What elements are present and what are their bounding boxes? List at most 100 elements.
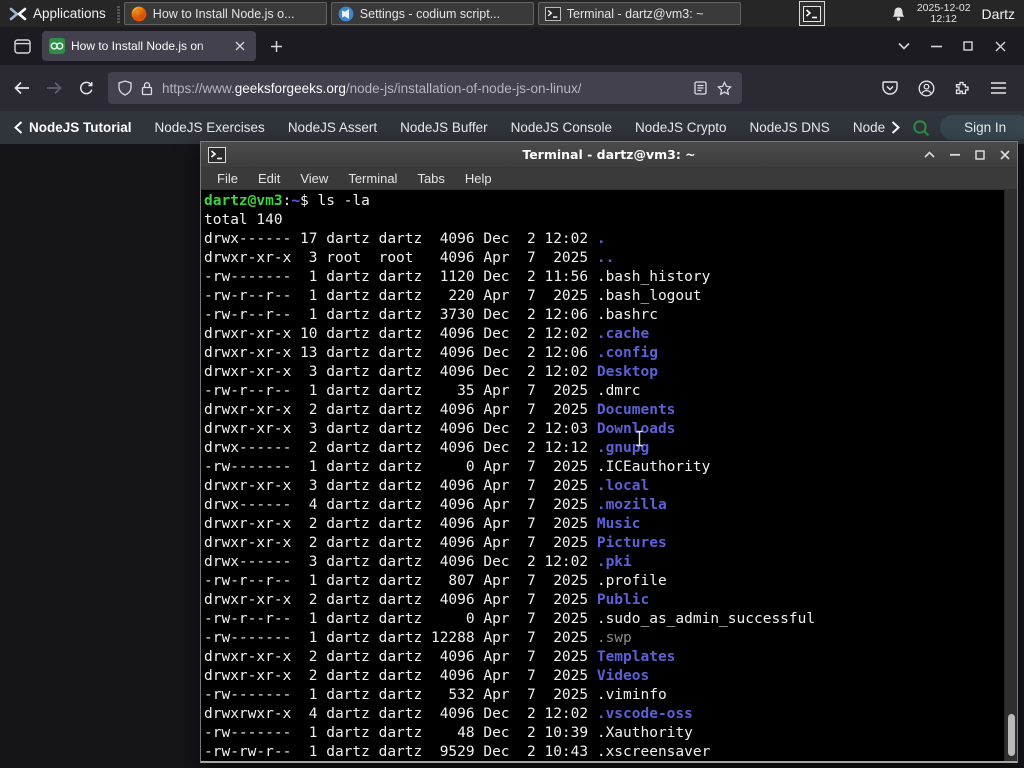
- extensions-puzzle-icon[interactable]: [946, 72, 978, 104]
- vscodium-icon: [338, 6, 354, 22]
- taskbar-button-label: How to Install Node.js o...: [152, 6, 295, 21]
- bookmark-star-icon[interactable]: [717, 80, 732, 96]
- tracking-protection-shield-icon[interactable]: [118, 80, 132, 96]
- terminal-launcher-icon[interactable]: [798, 1, 825, 26]
- browser-minimize-button[interactable]: [920, 32, 952, 60]
- terminal-window: Terminal - dartz@vm3: ~ File Edit View Term…: [200, 141, 1018, 763]
- new-tab-button[interactable]: [262, 32, 290, 60]
- tab-title: How to Install Node.js on: [71, 39, 204, 53]
- list-all-tabs-chevron-icon[interactable]: [888, 32, 920, 60]
- terminal-menu-tabs[interactable]: Tabs: [407, 169, 454, 188]
- terminal-line: -rw------- 1 dartz dartz 0 Apr 7 2025 .I…: [204, 459, 711, 475]
- sitenav-truncated-label: Node: [852, 120, 886, 135]
- url-text: https://www.geeksforgeeks.org/node-js/in…: [162, 81, 581, 96]
- clock-date: 2025-12-02: [916, 1, 971, 14]
- sitenav-back-label: NodeJS Tutorial: [29, 120, 132, 135]
- top-panel: Applications How to Install Node.js o...…: [0, 0, 1024, 27]
- tab-how-to-install-nodejs[interactable]: How to Install Node.js on: [42, 31, 256, 61]
- terminal-titlebar[interactable]: Terminal - dartz@vm3: ~: [201, 142, 1017, 167]
- terminal-line: -rw-r--r-- 1 dartz dartz 0 Apr 7 2025 .s…: [204, 611, 816, 627]
- terminal-line: -rw-r--r-- 1 dartz dartz 3730 Dec 2 12:0…: [204, 307, 658, 323]
- terminal-maximize-button[interactable]: [975, 149, 985, 160]
- terminal-close-button[interactable]: [1000, 149, 1010, 160]
- taskbar-button-terminal[interactable]: Terminal - dartz@vm3: ~: [537, 2, 741, 25]
- reload-button[interactable]: [70, 72, 102, 104]
- tab-close-icon[interactable]: [231, 37, 249, 55]
- desktop: How to Install Node.js on https://www.ge…: [0, 0, 1024, 768]
- terminal-menu-view[interactable]: View: [290, 169, 338, 188]
- lock-icon[interactable]: [141, 81, 153, 96]
- hamburger-menu-icon[interactable]: [982, 72, 1014, 104]
- sitenav-item-nodejs-exercises[interactable]: NodeJS Exercises: [155, 120, 265, 135]
- sitenav-items: NodeJS Exercises NodeJS Assert NodeJS Buff…: [155, 120, 853, 135]
- terminal-line: drwxr-xr-x 2 dartz dartz 4096 Apr 7 2025…: [204, 592, 650, 608]
- taskbar-button-label: Settings - codium script...: [359, 6, 501, 21]
- panel-clock[interactable]: 2025-12-02 12:12: [916, 1, 971, 25]
- clock-time: 12:12: [930, 12, 957, 25]
- sitenav-item-nodejs-crypto[interactable]: NodeJS Crypto: [635, 120, 727, 135]
- url-scheme: https://www.: [162, 80, 235, 96]
- terminal-minimize-button[interactable]: [950, 153, 960, 156]
- terminal-line: drwx------ 17 dartz dartz 4096 Dec 2 12:…: [204, 231, 606, 247]
- pocket-icon[interactable]: [874, 72, 906, 104]
- panel-separator: [116, 4, 120, 23]
- sitenav-item-nodejs-assert[interactable]: NodeJS Assert: [288, 120, 377, 135]
- back-button[interactable]: [6, 72, 38, 104]
- terminal-line: -rw-rw-r-- 1 dartz dartz 9529 Dec 2 10:4…: [204, 744, 711, 760]
- terminal-icon: [544, 6, 561, 21]
- terminal-line: drwx------ 3 dartz dartz 4096 Dec 2 12:0…: [204, 554, 632, 570]
- chevron-left-icon: [14, 121, 23, 134]
- terminal-line: -rw------- 1 dartz dartz 12288 Apr 7 202…: [204, 630, 632, 646]
- terminal-line: drwxr-xr-x 3 dartz dartz 4096 Dec 2 12:0…: [204, 421, 676, 437]
- terminal-line: -rw------- 1 dartz dartz 48 Dec 2 10:39 …: [204, 725, 693, 741]
- terminal-prompt-line: dartz@vm3:~$ ls -la: [204, 193, 370, 209]
- account-icon[interactable]: [910, 72, 942, 104]
- sitenav-item-truncated[interactable]: Node: [852, 120, 901, 135]
- terminal-menubar: File Edit View Terminal Tabs Help: [201, 167, 1017, 190]
- gfg-favicon-icon: [49, 38, 65, 54]
- url-bar[interactable]: https://www.geeksforgeeks.org/node-js/in…: [108, 72, 742, 104]
- terminal-line: drwxr-xr-x 3 root root 4096 Apr 7 2025 .…: [204, 250, 615, 266]
- terminal-menu-file[interactable]: File: [207, 169, 248, 188]
- terminal-menu-terminal[interactable]: Terminal: [338, 169, 407, 188]
- browser-close-button[interactable]: [984, 32, 1016, 60]
- applications-label: Applications: [33, 6, 106, 21]
- taskbar-button-firefox[interactable]: How to Install Node.js o...: [123, 2, 327, 25]
- terminal-line: drwxr-xr-x 10 dartz dartz 4096 Dec 2 12:…: [204, 326, 650, 342]
- sitenav-item-nodejs-dns[interactable]: NodeJS DNS: [750, 120, 830, 135]
- terminal-scrollbar-thumb[interactable]: [1008, 714, 1015, 756]
- browser-maximize-button[interactable]: [952, 32, 984, 60]
- forward-button[interactable]: [38, 72, 70, 104]
- terminal-line: total 140: [204, 212, 283, 228]
- firefox-view-icon[interactable]: [8, 32, 36, 60]
- taskbar-button-label: Terminal - dartz@vm3: ~: [566, 6, 704, 21]
- sign-in-button[interactable]: Sign In: [940, 115, 1024, 140]
- sitenav-back-item[interactable]: NodeJS Tutorial: [14, 120, 132, 135]
- sitenav-item-nodejs-buffer[interactable]: NodeJS Buffer: [400, 120, 488, 135]
- terminal-line: drwxr-xr-x 3 dartz dartz 4096 Dec 2 12:0…: [204, 364, 658, 380]
- url-domain: geeksforgeeks.org: [234, 80, 346, 96]
- site-nav-bar: NodeJS Tutorial NodeJS Exercises NodeJS A…: [0, 111, 1024, 144]
- firefox-icon: [131, 6, 147, 22]
- applications-menu-button[interactable]: Applications: [0, 0, 115, 27]
- terminal-window-icon: [208, 146, 226, 163]
- terminal-shade-button[interactable]: [924, 151, 935, 158]
- sitenav-item-nodejs-console[interactable]: NodeJS Console: [511, 120, 612, 135]
- terminal-menu-help[interactable]: Help: [455, 169, 502, 188]
- terminal-line: drwxr-xr-x 2 dartz dartz 4096 Apr 7 2025…: [204, 535, 667, 551]
- terminal-output[interactable]: dartz@vm3:~$ ls -la total 140 drwx------ 1…: [201, 190, 1004, 761]
- terminal-line: -rw-r--r-- 1 dartz dartz 35 Apr 7 2025 .…: [204, 383, 641, 399]
- terminal-line: drwxr-xr-x 2 dartz dartz 4096 Apr 7 2025…: [204, 668, 650, 684]
- search-icon[interactable]: [912, 119, 930, 137]
- notification-bell-icon[interactable]: [891, 6, 906, 22]
- terminal-line: -rw-r--r-- 1 dartz dartz 220 Apr 7 2025 …: [204, 288, 702, 304]
- terminal-title: Terminal - dartz@vm3: ~: [522, 147, 696, 162]
- reader-view-icon[interactable]: [694, 81, 707, 95]
- terminal-scrollbar[interactable]: [1004, 190, 1017, 761]
- terminal-line: -rw-r--r-- 1 dartz dartz 807 Apr 7 2025 …: [204, 573, 667, 589]
- user-menu[interactable]: Dartz: [982, 6, 1015, 22]
- taskbar-button-vscodium[interactable]: Settings - codium script...: [330, 2, 534, 25]
- terminal-line: drwx------ 2 dartz dartz 4096 Dec 2 12:1…: [204, 440, 650, 456]
- terminal-menu-edit[interactable]: Edit: [248, 169, 290, 188]
- url-path: /node-js/installation-of-node-js-on-linu…: [345, 80, 582, 96]
